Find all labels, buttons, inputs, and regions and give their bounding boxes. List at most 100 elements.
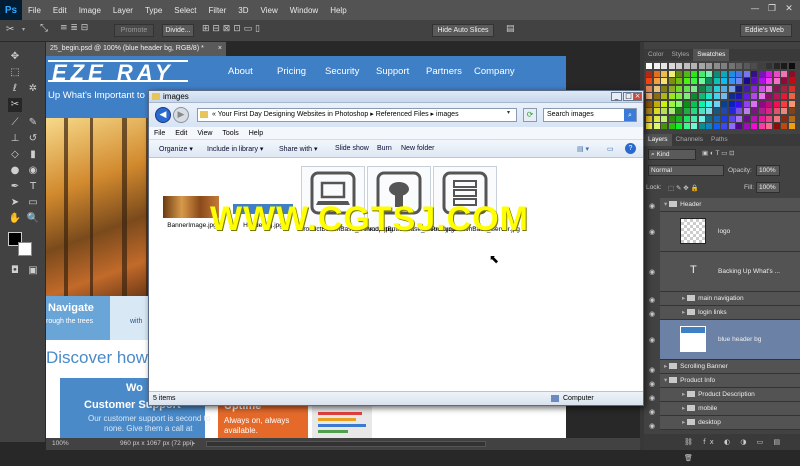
color-swatch[interactable] (721, 78, 727, 84)
color-swatch[interactable] (766, 108, 772, 114)
color-swatch[interactable] (653, 123, 660, 129)
color-swatch[interactable] (691, 78, 697, 84)
color-swatch[interactable] (713, 78, 720, 84)
menu-file[interactable]: File (149, 130, 170, 137)
lock-icons[interactable]: ⬚ ✎ ✥ 🔒 (668, 184, 699, 192)
color-swatch[interactable] (646, 108, 652, 114)
color-swatch[interactable] (751, 108, 757, 114)
color-swatch[interactable] (758, 70, 765, 77)
visibility-eye-icon[interactable]: ◉ (646, 228, 658, 238)
close-tab-icon[interactable]: × (218, 42, 222, 56)
color-swatch[interactable] (653, 70, 660, 77)
color-swatch[interactable] (661, 63, 667, 69)
color-swatch[interactable] (676, 93, 682, 99)
color-swatch[interactable] (676, 100, 682, 107)
color-swatch[interactable] (781, 85, 787, 92)
color-swatch[interactable] (758, 123, 765, 129)
visibility-eye-icon[interactable]: ◉ (646, 422, 658, 432)
color-swatch[interactable] (706, 78, 712, 84)
dodge-tool-icon[interactable]: ◉ (26, 164, 40, 178)
layer-row-header[interactable]: ▾ Header (660, 198, 800, 212)
color-swatch[interactable] (788, 108, 795, 114)
color-swatch[interactable] (646, 85, 652, 92)
color-swatch[interactable] (766, 100, 772, 107)
color-swatch[interactable] (691, 115, 697, 122)
color-swatch[interactable] (668, 115, 675, 122)
quick-mask-icon[interactable]: ◘ (8, 264, 22, 278)
view-options-icon[interactable]: ▤ ▾ (577, 145, 589, 153)
color-swatch[interactable] (713, 123, 720, 129)
slice-options-icon[interactable]: ▤ (506, 24, 515, 34)
screen-mode-icon[interactable]: ▣ (26, 264, 40, 278)
color-swatch[interactable] (728, 123, 735, 129)
visibility-eye-icon[interactable]: ◉ (646, 380, 658, 390)
promote-button[interactable]: Promote (114, 24, 154, 37)
lasso-tool-icon[interactable]: ℓ (8, 82, 22, 96)
color-swatch[interactable] (683, 63, 690, 69)
tab-channels[interactable]: Channels (672, 134, 707, 146)
color-swatch[interactable] (646, 70, 652, 77)
color-swatch[interactable] (661, 70, 667, 77)
color-swatch[interactable] (653, 63, 660, 69)
color-swatch[interactable] (691, 70, 697, 77)
color-swatch[interactable] (758, 108, 765, 114)
swatch-grid[interactable] (646, 63, 798, 133)
color-swatch[interactable] (751, 85, 757, 92)
color-swatch[interactable] (766, 70, 772, 77)
color-swatch[interactable] (781, 115, 787, 122)
marquee-tool-icon[interactable]: ⬚ (8, 66, 22, 80)
color-swatch[interactable] (743, 78, 750, 84)
slice-tool-icon[interactable]: ✂ (6, 24, 14, 35)
color-swatch[interactable] (653, 93, 660, 99)
layer-row-desktop[interactable]: ▸ desktop (660, 416, 800, 430)
layer-row-text[interactable]: T Backing Up What's ... (660, 252, 800, 292)
color-swatch[interactable] (713, 115, 720, 122)
fill-input[interactable]: 100% (756, 182, 780, 193)
color-swatch[interactable] (683, 100, 690, 107)
include-in-library-button[interactable]: Include in library ▾ (207, 145, 263, 153)
color-swatch[interactable] (676, 85, 682, 92)
menu-type[interactable]: Type (139, 6, 168, 15)
color-swatch[interactable] (698, 85, 705, 92)
color-swatch[interactable] (661, 85, 667, 92)
color-swatch[interactable] (721, 70, 727, 77)
color-swatch[interactable] (713, 108, 720, 114)
color-swatch[interactable] (773, 63, 780, 69)
color-swatch[interactable] (758, 78, 765, 84)
tab-swatches[interactable]: Swatches (693, 49, 730, 61)
color-swatch[interactable] (773, 115, 780, 122)
tab-paths[interactable]: Paths (707, 134, 732, 146)
burn-button[interactable]: Burn (377, 145, 392, 152)
zoom-level[interactable]: 100% (52, 438, 69, 450)
color-swatch[interactable] (743, 100, 750, 107)
color-swatch[interactable] (668, 93, 675, 99)
color-swatch[interactable] (676, 123, 682, 129)
color-swatch[interactable] (743, 123, 750, 129)
chevron-down-icon[interactable]: ▾ (507, 109, 515, 121)
color-swatch[interactable] (758, 85, 765, 92)
opacity-input[interactable]: 100% (756, 165, 780, 176)
visibility-eye-icon[interactable]: ◉ (646, 336, 658, 346)
color-swatch[interactable] (653, 100, 660, 107)
color-swatch[interactable] (653, 85, 660, 92)
layer-row-scrolling-banner[interactable]: ▸ Scrolling Banner (660, 360, 800, 374)
color-swatch[interactable] (706, 63, 712, 69)
search-icon[interactable]: ⌕ (624, 109, 636, 121)
zoom-tool-icon[interactable]: 🔍 (26, 212, 40, 226)
color-swatch[interactable] (728, 70, 735, 77)
fx-icon[interactable]: fx (703, 438, 718, 446)
color-swatch[interactable] (766, 78, 772, 84)
new-folder-button[interactable]: New folder (401, 145, 434, 152)
type-tool-icon[interactable]: T (26, 180, 40, 194)
move-tool-icon[interactable]: ✥ (8, 50, 22, 64)
color-swatch[interactable] (773, 70, 780, 77)
color-swatch[interactable] (728, 115, 735, 122)
visibility-eye-icon[interactable]: ◉ (646, 408, 658, 418)
color-swatch[interactable] (743, 93, 750, 99)
layer-row-product-info[interactable]: ▾ Product Info (660, 374, 800, 388)
new-layer-icon[interactable]: ▤ (774, 438, 785, 446)
color-swatch[interactable] (691, 123, 697, 129)
color-swatch[interactable] (788, 123, 795, 129)
color-swatch[interactable] (758, 100, 765, 107)
color-swatch[interactable] (788, 63, 795, 69)
